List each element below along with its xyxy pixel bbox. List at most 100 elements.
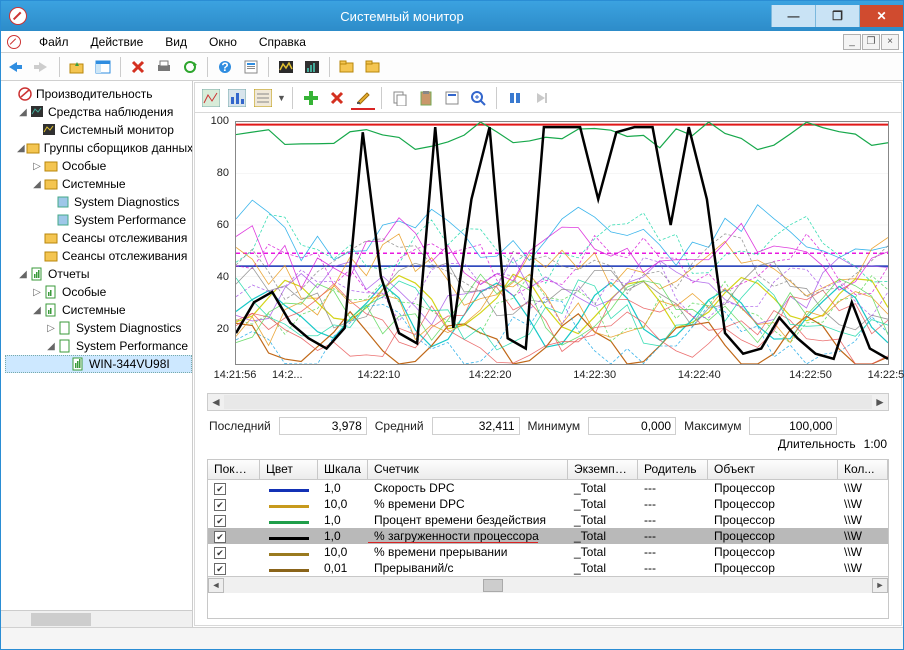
table-row[interactable]: ✔1,0Скорость DPC_Total---Процессор\\W (208, 480, 888, 496)
col-scale[interactable]: Шкала (318, 460, 368, 479)
table-row[interactable]: ✔1,0% загруженности процессора_Total---П… (208, 528, 888, 544)
view-report-icon[interactable] (251, 86, 275, 110)
app-icon (9, 7, 27, 25)
highlight-icon[interactable] (351, 86, 375, 110)
menu-help[interactable]: Справка (249, 33, 316, 51)
object-cell: Процессор (708, 497, 838, 511)
color-cell (260, 513, 318, 527)
parent-cell: --- (638, 545, 708, 559)
show-checkbox[interactable]: ✔ (214, 499, 226, 511)
chart-plot[interactable] (235, 121, 889, 365)
min-label: Минимум (528, 419, 581, 433)
report-icon[interactable] (301, 56, 323, 78)
tree-reports[interactable]: ◢Отчеты (5, 265, 192, 283)
scale-cell: 10,0 (318, 497, 368, 511)
chart-area[interactable]: 20406080100 14:21:5614:2...14:22:1014:22… (195, 113, 901, 393)
show-hide-tree-icon[interactable] (92, 56, 114, 78)
table-row[interactable]: ✔1,0Процент времени бездействия_Total---… (208, 512, 888, 528)
zoom-icon[interactable] (466, 86, 490, 110)
folder-up-icon[interactable] (66, 56, 88, 78)
mdi-minimize-button[interactable]: _ (843, 34, 861, 50)
menu-file[interactable]: Файл (29, 33, 79, 51)
folder-icon-1[interactable] (336, 56, 358, 78)
max-label: Максимум (684, 419, 741, 433)
scroll-left-icon[interactable]: ◄ (208, 395, 224, 409)
table-scroll-right[interactable]: ► (872, 578, 888, 593)
update-icon[interactable] (529, 86, 553, 110)
menu-window[interactable]: Окно (199, 33, 247, 51)
table-scroll-left[interactable]: ◄ (208, 578, 224, 593)
show-checkbox[interactable]: ✔ (214, 515, 226, 527)
forward-button[interactable] (31, 56, 53, 78)
tree-system-monitor[interactable]: Системный монитор (5, 121, 192, 139)
mdi-restore-button[interactable]: ❐ (862, 34, 880, 50)
tree-rep-user[interactable]: ▷Особые (5, 283, 192, 301)
minimize-button[interactable]: — (771, 5, 815, 27)
mdi-close-button[interactable]: × (881, 34, 899, 50)
col-parent[interactable]: Родитель (638, 460, 708, 479)
maximize-button[interactable]: ❐ (815, 5, 859, 27)
view-line-icon[interactable] (199, 86, 223, 110)
window-title: Системный монитор (33, 9, 771, 24)
tree-monitoring-tools[interactable]: ◢Средства наблюдения (5, 103, 192, 121)
col-color[interactable]: Цвет (260, 460, 318, 479)
col-computer[interactable]: Кол... (838, 460, 888, 479)
delete-icon[interactable] (127, 56, 149, 78)
svg-text:?: ? (221, 60, 228, 74)
copy-icon[interactable] (388, 86, 412, 110)
tree-label: Системные (62, 177, 126, 191)
tree-rep-sys-perf[interactable]: ◢System Performance (5, 337, 192, 355)
print-icon[interactable] (153, 56, 175, 78)
tree-system-dcs[interactable]: ◢Системные (5, 175, 192, 193)
tree-root[interactable]: Производительность (5, 85, 192, 103)
properties-button-icon[interactable] (440, 86, 464, 110)
close-button[interactable]: ✕ (859, 5, 903, 27)
counter-table[interactable]: Показ... Цвет Шкала Счетчик Экземпл... Р… (207, 459, 889, 619)
refresh-icon[interactable] (179, 56, 201, 78)
show-checkbox[interactable]: ✔ (214, 483, 226, 495)
show-checkbox[interactable]: ✔ (214, 531, 226, 543)
folder-icon-2[interactable] (362, 56, 384, 78)
col-show[interactable]: Показ... (208, 460, 260, 479)
tree-rep-sys-diag[interactable]: ▷System Diagnostics (5, 319, 192, 337)
properties-icon[interactable] (240, 56, 262, 78)
tree-rep-system[interactable]: ◢Системные (5, 301, 192, 319)
table-row[interactable]: ✔0,01Прерываний/с_Total---Процессор\\W (208, 560, 888, 576)
help-icon[interactable]: ? (214, 56, 236, 78)
tree-host[interactable]: WIN-344VU98I (5, 355, 192, 373)
computer-cell: \\W (838, 545, 888, 559)
counter-cell: % времени DPC (368, 497, 568, 511)
stats-row-2: Длительность 1:00 (195, 437, 901, 457)
table-row[interactable]: ✔10,0% времени DPC_Total---Процессор\\W (208, 496, 888, 512)
menu-action[interactable]: Действие (81, 33, 154, 51)
tree-sys-diag[interactable]: System Diagnostics (5, 193, 192, 211)
col-object[interactable]: Объект (708, 460, 838, 479)
tree-event-trace-1[interactable]: Сеансы отслеживания (5, 229, 192, 247)
view-histogram-icon[interactable] (225, 86, 249, 110)
show-checkbox[interactable]: ✔ (214, 547, 226, 559)
tree-user-defined[interactable]: ▷Особые (5, 157, 192, 175)
tree-sys-perf[interactable]: System Performance (5, 211, 192, 229)
back-button[interactable] (5, 56, 27, 78)
freeze-icon[interactable] (503, 86, 527, 110)
tree-data-collector-sets[interactable]: ◢Группы сборщиков данных (5, 139, 192, 157)
titlebar[interactable]: Системный монитор — ❐ ✕ (1, 1, 903, 31)
show-checkbox[interactable]: ✔ (214, 563, 226, 575)
table-hscrollbar[interactable]: ◄ ► (208, 576, 888, 593)
table-row[interactable]: ✔10,0% времени прерывании_Total---Процес… (208, 544, 888, 560)
tree-event-trace-2[interactable]: Сеансы отслеживания (5, 247, 192, 265)
navigation-tree[interactable]: Производительность ◢Средства наблюдения … (1, 81, 193, 627)
paste-icon[interactable] (414, 86, 438, 110)
chart-x-axis: 14:21:5614:2...14:22:1014:22:2014:22:301… (235, 369, 889, 385)
tree-hscrollbar[interactable] (1, 610, 192, 627)
menu-view[interactable]: Вид (155, 33, 197, 51)
scroll-right-icon[interactable]: ► (872, 395, 888, 409)
add-counter-icon[interactable] (299, 86, 323, 110)
counter-cell: % времени прерывании (368, 545, 568, 559)
color-cell (260, 497, 318, 511)
col-counter[interactable]: Счетчик (368, 460, 568, 479)
chart-hscrollbar[interactable]: ◄ ► (207, 393, 889, 411)
perfmon-icon[interactable] (275, 56, 297, 78)
remove-counter-icon[interactable] (325, 86, 349, 110)
col-instance[interactable]: Экземпл... (568, 460, 638, 479)
